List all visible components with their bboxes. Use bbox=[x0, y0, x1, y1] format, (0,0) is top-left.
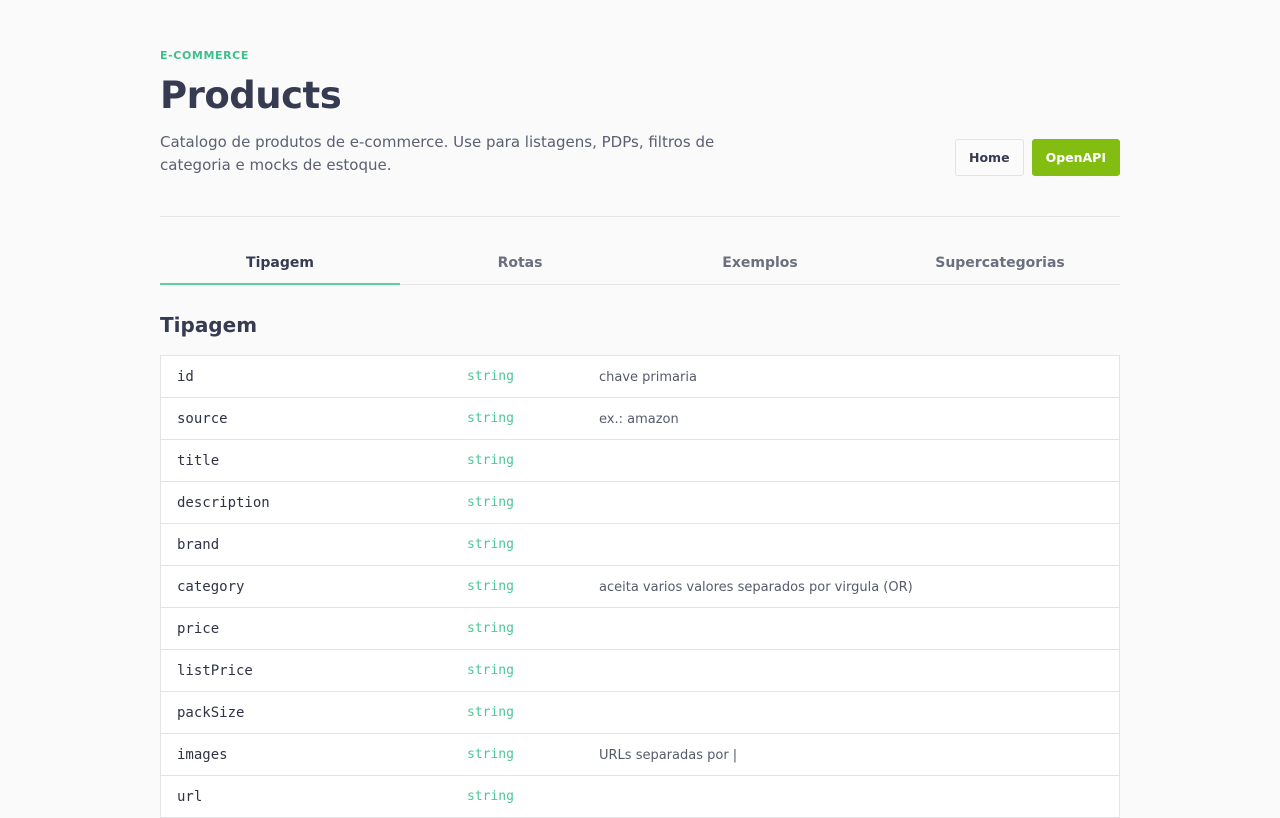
section-title: Tipagem bbox=[160, 313, 258, 337]
field-type: string bbox=[467, 369, 514, 384]
table-row: id string chave primaria bbox=[161, 356, 1119, 398]
field-note: ex.: amazon bbox=[599, 412, 679, 427]
field-name: packSize bbox=[177, 704, 245, 721]
field-type: string bbox=[467, 411, 514, 426]
field-type: string bbox=[467, 747, 514, 762]
field-type: string bbox=[467, 663, 514, 678]
table-row: url string bbox=[161, 776, 1119, 818]
field-name: title bbox=[177, 452, 220, 469]
field-name: category bbox=[177, 578, 245, 595]
field-note: chave primaria bbox=[599, 370, 697, 385]
field-name: source bbox=[177, 410, 228, 427]
eyebrow-label: E-COMMERCE bbox=[160, 49, 249, 62]
home-button[interactable]: Home bbox=[955, 139, 1024, 176]
page-title: Products bbox=[160, 74, 342, 117]
field-name: url bbox=[177, 788, 203, 805]
field-name: id bbox=[177, 368, 194, 385]
table-row: price string bbox=[161, 608, 1119, 650]
tab-supercategorias[interactable]: Supercategorias bbox=[880, 245, 1120, 284]
table-row: category string aceita varios valores se… bbox=[161, 566, 1119, 608]
tab-bar: Tipagem Rotas Exemplos Supercategorias bbox=[160, 245, 1120, 285]
field-type: string bbox=[467, 705, 514, 720]
page-description: Catalogo de produtos de e-commerce. Use … bbox=[160, 133, 715, 174]
field-name: listPrice bbox=[177, 662, 253, 679]
tab-tipagem[interactable]: Tipagem bbox=[160, 245, 400, 285]
table-row: listPrice string bbox=[161, 650, 1119, 692]
table-row: description string bbox=[161, 482, 1119, 524]
field-name: brand bbox=[177, 536, 220, 553]
field-name: images bbox=[177, 746, 228, 763]
table-row: brand string bbox=[161, 524, 1119, 566]
tab-rotas[interactable]: Rotas bbox=[400, 245, 640, 284]
field-type: string bbox=[467, 495, 514, 510]
field-type: string bbox=[467, 621, 514, 636]
field-note: aceita varios valores separados por virg… bbox=[599, 580, 913, 595]
field-note: URLs separadas por | bbox=[599, 748, 738, 763]
table-row: title string bbox=[161, 440, 1119, 482]
field-type: string bbox=[467, 579, 514, 594]
table-row: source string ex.: amazon bbox=[161, 398, 1119, 440]
openapi-button[interactable]: OpenAPI bbox=[1031, 139, 1120, 176]
table-row: images string URLs separadas por | bbox=[161, 734, 1119, 776]
field-name: description bbox=[177, 494, 270, 511]
tab-exemplos[interactable]: Exemplos bbox=[640, 245, 880, 284]
field-type: string bbox=[467, 789, 514, 804]
field-type: string bbox=[467, 537, 514, 552]
fields-table: id string chave primaria source string e… bbox=[160, 355, 1120, 818]
header-actions: Home OpenAPI bbox=[955, 139, 1120, 176]
field-name: price bbox=[177, 620, 220, 637]
header-divider bbox=[160, 216, 1120, 217]
field-type: string bbox=[467, 453, 514, 468]
table-row: packSize string bbox=[161, 692, 1119, 734]
